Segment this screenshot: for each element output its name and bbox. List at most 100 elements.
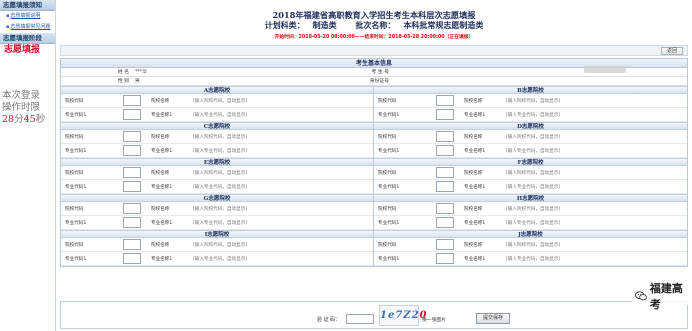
major-code-input[interactable] <box>436 253 454 264</box>
major-code-label: 专业代码1 <box>378 112 400 118</box>
major-row: 专业代码1 专业名称1 [输入专业代码，自动显示] <box>61 144 373 158</box>
major-row: 专业代码1 专业名称1 [输入专业代码，自动显示] <box>374 216 687 230</box>
school-name-label: 院校名称 <box>464 98 483 104</box>
school-code-input[interactable] <box>123 239 141 250</box>
timer-minutes-unit: 分 <box>14 114 24 125</box>
sidebar-item-fill[interactable]: 志愿填报 <box>0 44 55 57</box>
captcha-label: 验 证 码： <box>317 317 341 323</box>
school-name-label: 院校名称 <box>464 170 483 176</box>
school-code-input[interactable] <box>123 167 141 178</box>
school-choice-title: G志愿院校 <box>61 194 373 202</box>
school-choice-left: G志愿院校 院校代码 院校名称 [输入院校代码，自动显示] 专业代码1 专业名称1 [输入专… <box>61 194 374 230</box>
school-row: 院校代码 院校名称 [输入院校代码，自动显示] <box>61 202 373 216</box>
school-row: 院校代码 院校名称 [输入院校代码，自动显示] <box>61 238 373 252</box>
major-code-input[interactable] <box>436 181 454 192</box>
major-code-input[interactable] <box>123 253 141 264</box>
major-row: 专业代码1 专业名称1 [输入专业代码，自动显示] <box>61 252 373 266</box>
major-name-label: 专业名称1 <box>464 220 486 226</box>
school-choice-right: F志愿院校 院校代码 院校名称 [输入院校代码，自动显示] 专业代码1 专业名称1 [输入专… <box>374 158 687 194</box>
batch-label: 批次名称： 本科批常规志愿制造类 <box>355 20 484 30</box>
redacted-value <box>584 66 626 73</box>
major-code-label: 专业代码1 <box>65 184 87 190</box>
major-code-label: 专业代码1 <box>65 256 87 262</box>
captcha-image[interactable]: 1e7Z20 <box>379 305 427 326</box>
toolbar: 返回 <box>60 45 688 56</box>
major-code-input[interactable] <box>123 217 141 228</box>
info-row-gender: 性 别 男 身份证号 <box>61 77 687 86</box>
major-name-label: 专业名称1 <box>464 184 486 190</box>
major-code-input[interactable] <box>123 145 141 156</box>
major-row: 专业代码1 专业名称1 [输入专业代码，自动显示] <box>374 252 687 266</box>
school-choice-pair: C志愿院校 院校代码 院校名称 [输入院校代码，自动显示] 专业代码1 专业名称1 [输入专… <box>61 122 687 158</box>
gender-label: 性 别 <box>117 79 129 84</box>
major-row: 专业代码1 专业名称1 [输入专业代码，自动显示] <box>374 144 687 158</box>
school-choice-pair: G志愿院校 院校代码 院校名称 [输入院校代码，自动显示] 专业代码1 专业名称1 [输入专… <box>61 194 687 230</box>
major-row: 专业代码1 专业名称1 [输入专业代码，自动显示] <box>61 216 373 230</box>
school-name-label: 院校名称 <box>151 242 170 248</box>
major-name-hint: [输入专业代码，自动显示] <box>193 148 248 154</box>
school-code-input[interactable] <box>436 131 454 142</box>
sidebar-link-instructions[interactable]: 志愿填报说明 <box>0 11 55 22</box>
school-choice-left: C志愿院校 院校代码 院校名称 [输入院校代码，自动显示] 专业代码1 专业名称1 [输入专… <box>61 122 374 158</box>
submit-button[interactable]: 提交保存 <box>476 313 510 324</box>
school-choice-title: B志愿院校 <box>374 86 687 94</box>
gender-value: 男 <box>135 79 140 84</box>
major-code-input[interactable] <box>123 109 141 120</box>
major-code-label: 专业代码1 <box>378 184 400 190</box>
school-code-label: 院校代码 <box>378 98 397 104</box>
captcha-text: 1e7Z2 <box>380 310 420 321</box>
school-code-input[interactable] <box>436 203 454 214</box>
change-captcha-link[interactable]: 换一张图片 <box>422 316 446 323</box>
school-code-input[interactable] <box>436 95 454 106</box>
school-choice-title: A志愿院校 <box>61 86 373 94</box>
major-name-hint: [输入专业代码，自动显示] <box>193 112 248 118</box>
school-code-input[interactable] <box>436 239 454 250</box>
major-code-input[interactable] <box>123 181 141 192</box>
back-button[interactable]: 返回 <box>661 47 683 55</box>
major-name-hint: [输入专业代码，自动显示] <box>506 148 561 154</box>
school-code-label: 院校代码 <box>378 134 397 140</box>
school-name-label: 院校名称 <box>151 206 170 212</box>
school-code-label: 院校代码 <box>65 170 84 176</box>
school-row: 院校代码 院校名称 [输入院校代码，自动显示] <box>61 130 373 144</box>
major-code-input[interactable] <box>436 109 454 120</box>
school-row: 院校代码 院校名称 [输入院校代码，自动显示] <box>374 166 687 180</box>
school-code-input[interactable] <box>123 203 141 214</box>
school-choice-right: H志愿院校 院校代码 院校名称 [输入院校代码，自动显示] 专业代码1 专业名称1 [输入专… <box>374 194 687 230</box>
sidebar-link-faq[interactable]: 志愿填报常见问题 <box>0 22 55 33</box>
timer-value: 28分45秒 <box>2 114 54 126</box>
school-choice-pair: I志愿院校 院校代码 院校名称 [输入院校代码，自动显示] 专业代码1 专业名称1 [输入专… <box>61 230 687 266</box>
sidebar-heading-stage: 志愿填报阶段 <box>0 33 55 44</box>
school-name-label: 院校名称 <box>464 134 483 140</box>
school-choice-title: I志愿院校 <box>61 230 373 238</box>
school-row: 院校代码 院校名称 [输入院校代码，自动显示] <box>374 202 687 216</box>
major-code-label: 专业代码1 <box>65 112 87 118</box>
school-name-hint: [输入院校代码，自动显示] <box>193 206 248 212</box>
school-choice-title: F志愿院校 <box>374 158 687 166</box>
school-code-label: 院校代码 <box>378 206 397 212</box>
main-content: 2018年福建省高职教育入学招生考生本科层次志愿填报 计划科类： 制造类 批次名称… <box>58 0 690 331</box>
school-code-input[interactable] <box>123 131 141 142</box>
name-value: ***华 <box>135 70 147 75</box>
school-name-hint: [输入院校代码，自动显示] <box>193 242 248 248</box>
major-name-hint: [输入专业代码，自动显示] <box>193 220 248 226</box>
timer-minutes: 28 <box>2 114 15 125</box>
school-choice-left: A志愿院校 院校代码 院校名称 [输入院校代码，自动显示] 专业代码1 专业名称1 [输入专… <box>61 86 374 122</box>
major-code-label: 专业代码1 <box>65 220 87 226</box>
major-row: 专业代码1 专业名称1 [输入专业代码，自动显示] <box>61 180 373 194</box>
plan-value: 制造类 <box>312 20 337 30</box>
major-name-label: 专业名称1 <box>151 256 173 262</box>
batch-value: 本科批常规志愿制造类 <box>403 20 484 30</box>
major-row: 专业代码1 专业名称1 [输入专业代码，自动显示] <box>374 108 687 122</box>
school-row: 院校代码 院校名称 [输入院校代码，自动显示] <box>374 94 687 108</box>
school-code-input[interactable] <box>123 95 141 106</box>
time-window-note: 开始时间：2018-05-20 08:00:00——结束时间：2018-05-2… <box>274 35 474 40</box>
major-row: 专业代码1 专业名称1 [输入专业代码，自动显示] <box>61 108 373 122</box>
school-code-input[interactable] <box>436 167 454 178</box>
captcha-input[interactable] <box>346 314 374 324</box>
sidebar: 志愿填报须知 志愿填报说明 志愿填报常见问题 志愿填报阶段 志愿填报 本次登录 … <box>0 0 56 331</box>
school-name-hint: [输入院校代码，自动显示] <box>506 242 561 248</box>
major-code-input[interactable] <box>436 217 454 228</box>
major-code-input[interactable] <box>436 145 454 156</box>
watermark: 福建高考 <box>632 282 690 311</box>
